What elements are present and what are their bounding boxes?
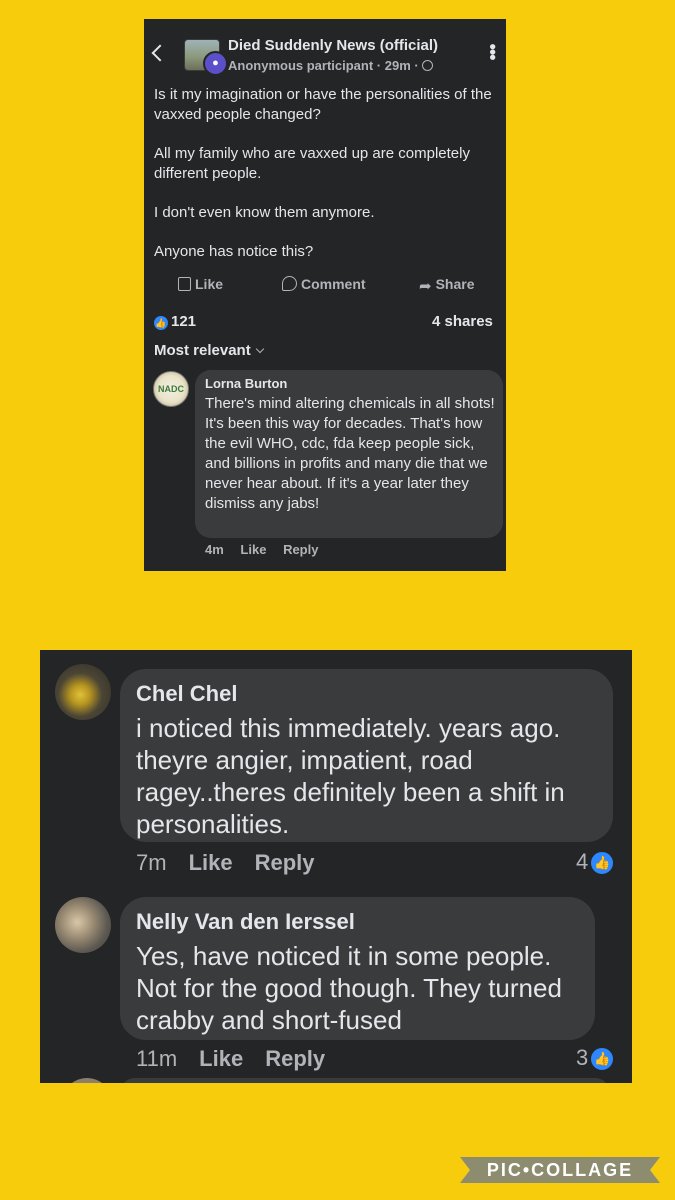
post-author: Anonymous participant <box>228 58 374 73</box>
comment-button[interactable]: Comment <box>282 276 366 292</box>
like-reaction-icon: 👍 <box>154 316 168 330</box>
comment-icon <box>282 276 297 291</box>
comment-time[interactable]: 7m <box>136 850 167 875</box>
avatar[interactable] <box>55 897 111 953</box>
post-meta: Anonymous participant · 29m · <box>228 58 433 73</box>
comment-text: There's mind altering chemicals in all s… <box>205 395 495 512</box>
comment-bubble: Lorna Burton There's mind altering chemi… <box>195 370 503 538</box>
post-paragraph: I don't even know them anymore. <box>154 204 375 221</box>
avatar[interactable] <box>55 664 111 720</box>
comment-reaction-count[interactable]: 3 👍 <box>576 1045 616 1072</box>
thumbs-up-icon <box>178 277 191 291</box>
comment-reaction-count[interactable]: 4 👍 <box>576 849 616 876</box>
comment-bubble <box>120 1078 610 1083</box>
post-paragraph: Anyone has notice this? <box>154 243 314 260</box>
like-label: Like <box>195 276 224 292</box>
share-button[interactable]: ➦ Share <box>419 276 475 294</box>
like-button[interactable]: Like <box>178 276 223 292</box>
comment-reply-button[interactable]: Reply <box>283 542 318 557</box>
comment-bubble: Chel Chel i noticed this immediately. ye… <box>120 669 613 842</box>
comment-meta: 11m Like Reply <box>136 1046 325 1072</box>
comment-sort-dropdown[interactable]: Most relevant <box>154 342 264 359</box>
share-count[interactable]: 4 shares <box>432 313 493 330</box>
comment-reply-button[interactable]: Reply <box>265 1046 325 1071</box>
comment-meta: 7m Like Reply <box>136 850 315 876</box>
like-reaction-icon: 👍 <box>589 850 616 876</box>
like-count: 3 <box>576 1045 589 1070</box>
anonymous-icon: ● <box>203 51 228 76</box>
more-options-icon[interactable]: ••• <box>481 44 502 60</box>
post-screenshot-panel: ● Died Suddenly News (official) Anonymou… <box>144 19 506 571</box>
like-count: 4 <box>576 849 589 874</box>
group-name[interactable]: Died Suddenly News (official) <box>228 37 438 54</box>
commenter-name[interactable]: Nelly Van den Ierssel <box>136 909 355 935</box>
pic-collage-watermark: PIC•COLLAGE <box>460 1157 660 1183</box>
post-paragraph: Is it my imagination or have the persona… <box>154 86 492 123</box>
share-arrow-icon: ➦ <box>419 278 432 295</box>
comment-time[interactable]: 4m <box>205 542 224 557</box>
back-chevron-icon[interactable] <box>151 44 169 62</box>
comment-like-button[interactable]: Like <box>189 850 233 875</box>
comment-time[interactable]: 11m <box>136 1046 177 1071</box>
commenter-name[interactable]: Lorna Burton <box>205 376 287 391</box>
like-reaction-icon: 👍 <box>589 1046 616 1072</box>
post-body: Is it my imagination or have the persona… <box>154 85 504 281</box>
comment-text: i noticed this immediately. years ago. t… <box>136 713 565 839</box>
comment-text: Yes, have noticed it in some people. Not… <box>136 941 562 1035</box>
sort-label: Most relevant <box>154 342 251 359</box>
comment-like-button[interactable]: Like <box>240 542 266 557</box>
globe-icon <box>421 60 433 71</box>
comment-meta: 4m Like Reply <box>205 542 331 557</box>
reaction-summary[interactable]: 👍 121 <box>154 313 196 330</box>
commenter-name[interactable]: Chel Chel <box>136 681 237 707</box>
chevron-down-icon <box>255 344 264 354</box>
comment-bubble: Nelly Van den Ierssel Yes, have noticed … <box>120 897 595 1040</box>
avatar[interactable]: NADC <box>153 371 189 407</box>
comment-reply-button[interactable]: Reply <box>255 850 315 875</box>
comments-screenshot-panel: Chel Chel i noticed this immediately. ye… <box>40 650 632 1083</box>
share-label: Share <box>435 276 475 292</box>
post-action-bar: Like Comment ➦ Share <box>144 276 506 298</box>
comment-like-button[interactable]: Like <box>199 1046 243 1071</box>
reaction-count: 121 <box>171 313 197 330</box>
comment-label: Comment <box>301 276 366 292</box>
avatar[interactable] <box>62 1078 112 1083</box>
post-paragraph: All my family who are vaxxed up are comp… <box>154 145 470 182</box>
post-time[interactable]: 29m <box>385 58 411 73</box>
